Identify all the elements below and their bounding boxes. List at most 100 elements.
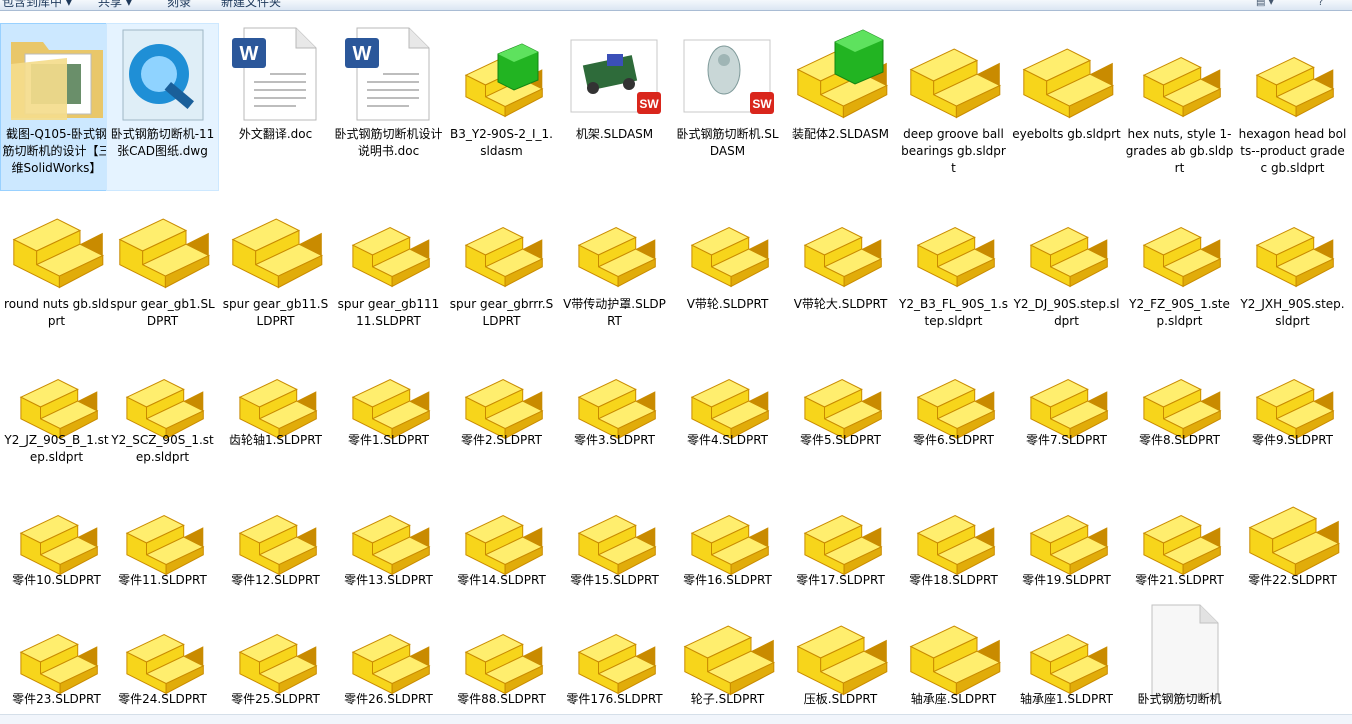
file-item[interactable]: 齿轮轴1.SLDPRT [219, 345, 332, 477]
part-icon [113, 482, 213, 582]
file-name: round nuts gb.sldprt [4, 297, 109, 328]
include-in-library-menu[interactable]: 包含到库中 ▾ [2, 0, 72, 10]
file-item[interactable]: W 卧式钢筋切断机设计说明书.doc [332, 23, 445, 191]
file-name: hexagon head bolts--product grade c gb.s… [1238, 127, 1347, 175]
file-item[interactable]: W 外文翻译.doc [219, 23, 332, 191]
part-large-icon [113, 194, 213, 294]
part-icon [791, 194, 891, 294]
file-name: 装配体2.SLDASM [792, 127, 889, 141]
file-name: 轴承座1.SLDPRT [1019, 692, 1114, 706]
part-icon [1130, 482, 1230, 582]
file-item[interactable]: 零件9.SLDPRT [1236, 345, 1349, 477]
file-item[interactable]: Y2_FZ_90S_1.step.sldprt [1123, 193, 1236, 343]
file-item[interactable]: 截图-Q105-卧式钢筋切断机的设计【三维SolidWorks】 [0, 23, 113, 191]
file-item[interactable]: 零件1.SLDPRT [332, 345, 445, 477]
share-menu[interactable]: 共享 ▾ [98, 0, 132, 10]
file-item[interactable]: Y2_B3_FL_90S_1.step.sldprt [897, 193, 1010, 343]
file-name: V带传动护罩.SLDPRT [563, 297, 666, 328]
file-item[interactable]: Y2_JZ_90S_B_1.step.sldprt [0, 345, 113, 477]
file-item[interactable]: 零件21.SLDPRT [1123, 481, 1236, 599]
part-icon [678, 346, 778, 446]
file-item[interactable]: deep groove ball bearings gb.sldprt [897, 23, 1010, 191]
file-item[interactable]: 零件4.SLDPRT [671, 345, 784, 477]
svg-text:W: W [240, 43, 259, 65]
file-item[interactable]: spur gear_gb11111.SLDPRT [332, 193, 445, 343]
part-icon [7, 482, 107, 582]
file-item[interactable]: 轴承座.SLDPRT [897, 600, 1010, 718]
file-item[interactable]: eyebolts gb.sldprt [1010, 23, 1123, 191]
file-item[interactable]: V带轮.SLDPRT [671, 193, 784, 343]
part-large-icon [791, 601, 891, 701]
file-item[interactable]: 零件25.SLDPRT [219, 600, 332, 718]
file-item[interactable]: 装配体2.SLDASM [784, 23, 897, 191]
file-item[interactable]: 压板.SLDPRT [784, 600, 897, 718]
file-item[interactable]: 零件13.SLDPRT [332, 481, 445, 599]
file-item[interactable]: 轮子.SLDPRT [671, 600, 784, 718]
file-name: 零件6.SLDPRT [912, 433, 995, 447]
file-name: 零件21.SLDPRT [1135, 573, 1224, 587]
file-item[interactable]: 零件19.SLDPRT [1010, 481, 1123, 599]
file-item[interactable]: 卧式钢筋切断机 [1123, 600, 1236, 718]
part-icon [1130, 346, 1230, 446]
file-item[interactable]: 零件24.SLDPRT [106, 600, 219, 718]
file-item[interactable]: 零件2.SLDPRT [445, 345, 558, 477]
view-options-icon[interactable]: ▤ ▾ [1256, 0, 1274, 8]
burn-button[interactable]: 刻录 [167, 0, 191, 10]
file-item[interactable]: 零件7.SLDPRT [1010, 345, 1123, 477]
file-item[interactable]: 零件17.SLDPRT [784, 481, 897, 599]
part-icon [904, 482, 1004, 582]
file-name: Y2_B3_FL_90S_1.step.sldprt [899, 297, 1009, 328]
file-item[interactable]: round nuts gb.sldprt [0, 193, 113, 343]
file-item[interactable]: hex nuts, style 1-grades ab gb.sldprt [1123, 23, 1236, 191]
file-item[interactable]: V带轮大.SLDPRT [784, 193, 897, 343]
file-name: 零件24.SLDPRT [118, 692, 207, 706]
part-large-icon [7, 194, 107, 294]
part-icon [791, 346, 891, 446]
file-item[interactable]: 零件11.SLDPRT [106, 481, 219, 599]
file-item[interactable]: 零件8.SLDPRT [1123, 345, 1236, 477]
file-item[interactable]: spur gear_gbrrr.SLDPRT [445, 193, 558, 343]
command-bar: 包含到库中 ▾ 共享 ▾ 刻录 新建文件夹 ▤ ▾ ? [0, 0, 1352, 11]
file-item[interactable]: spur gear_gb1.SLDPRT [106, 193, 219, 343]
file-name: 零件18.SLDPRT [909, 573, 998, 587]
part-large-icon [678, 601, 778, 701]
file-item[interactable]: 零件12.SLDPRT [219, 481, 332, 599]
file-name: V带轮.SLDPRT [686, 297, 769, 311]
part-icon [113, 346, 213, 446]
file-item[interactable]: 零件3.SLDPRT [558, 345, 671, 477]
file-item[interactable]: 零件5.SLDPRT [784, 345, 897, 477]
file-item[interactable]: B3_Y2-90S-2_I_1.sldasm [445, 23, 558, 191]
file-item[interactable]: 零件23.SLDPRT [0, 600, 113, 718]
file-item[interactable]: 零件176.SLDPRT [558, 600, 671, 718]
file-item[interactable]: 零件15.SLDPRT [558, 481, 671, 599]
file-item[interactable]: Y2_SCZ_90S_1.step.sldprt [106, 345, 219, 477]
file-item[interactable]: 轴承座1.SLDPRT [1010, 600, 1123, 718]
part-icon [904, 346, 1004, 446]
part-icon [1130, 194, 1230, 294]
file-item[interactable]: SW 卧式钢筋切断机.SLDASM [671, 23, 784, 191]
file-item[interactable]: Y2_DJ_90S.step.sldprt [1010, 193, 1123, 343]
file-item[interactable]: 卧式钢筋切断机-11张CAD图纸.dwg [106, 23, 219, 191]
file-item[interactable]: 零件16.SLDPRT [671, 481, 784, 599]
file-item[interactable]: Y2_JXH_90S.step.sldprt [1236, 193, 1349, 343]
file-item[interactable]: hexagon head bolts--product grade c gb.s… [1236, 23, 1349, 191]
file-item[interactable]: V带传动护罩.SLDPRT [558, 193, 671, 343]
file-item[interactable]: 零件10.SLDPRT [0, 481, 113, 599]
file-item[interactable]: 零件26.SLDPRT [332, 600, 445, 718]
file-item[interactable]: 零件6.SLDPRT [897, 345, 1010, 477]
file-item[interactable]: SW 机架.SLDASM [558, 23, 671, 191]
file-item[interactable]: 零件14.SLDPRT [445, 481, 558, 599]
sw-thumbnail-machine-icon: SW [678, 24, 778, 124]
file-name: 齿轮轴1.SLDPRT [228, 433, 323, 447]
file-item[interactable]: spur gear_gb11.SLDPRT [219, 193, 332, 343]
file-item[interactable]: 零件88.SLDPRT [445, 600, 558, 718]
part-icon [678, 194, 778, 294]
file-item[interactable]: 零件22.SLDPRT [1236, 481, 1349, 599]
part-icon [565, 346, 665, 446]
part-icon [1017, 482, 1117, 582]
file-item[interactable]: 零件18.SLDPRT [897, 481, 1010, 599]
help-icon[interactable]: ? [1318, 0, 1323, 8]
file-name: V带轮大.SLDPRT [793, 297, 888, 311]
new-folder-button[interactable]: 新建文件夹 [221, 0, 281, 10]
dwg-icon [113, 24, 213, 124]
